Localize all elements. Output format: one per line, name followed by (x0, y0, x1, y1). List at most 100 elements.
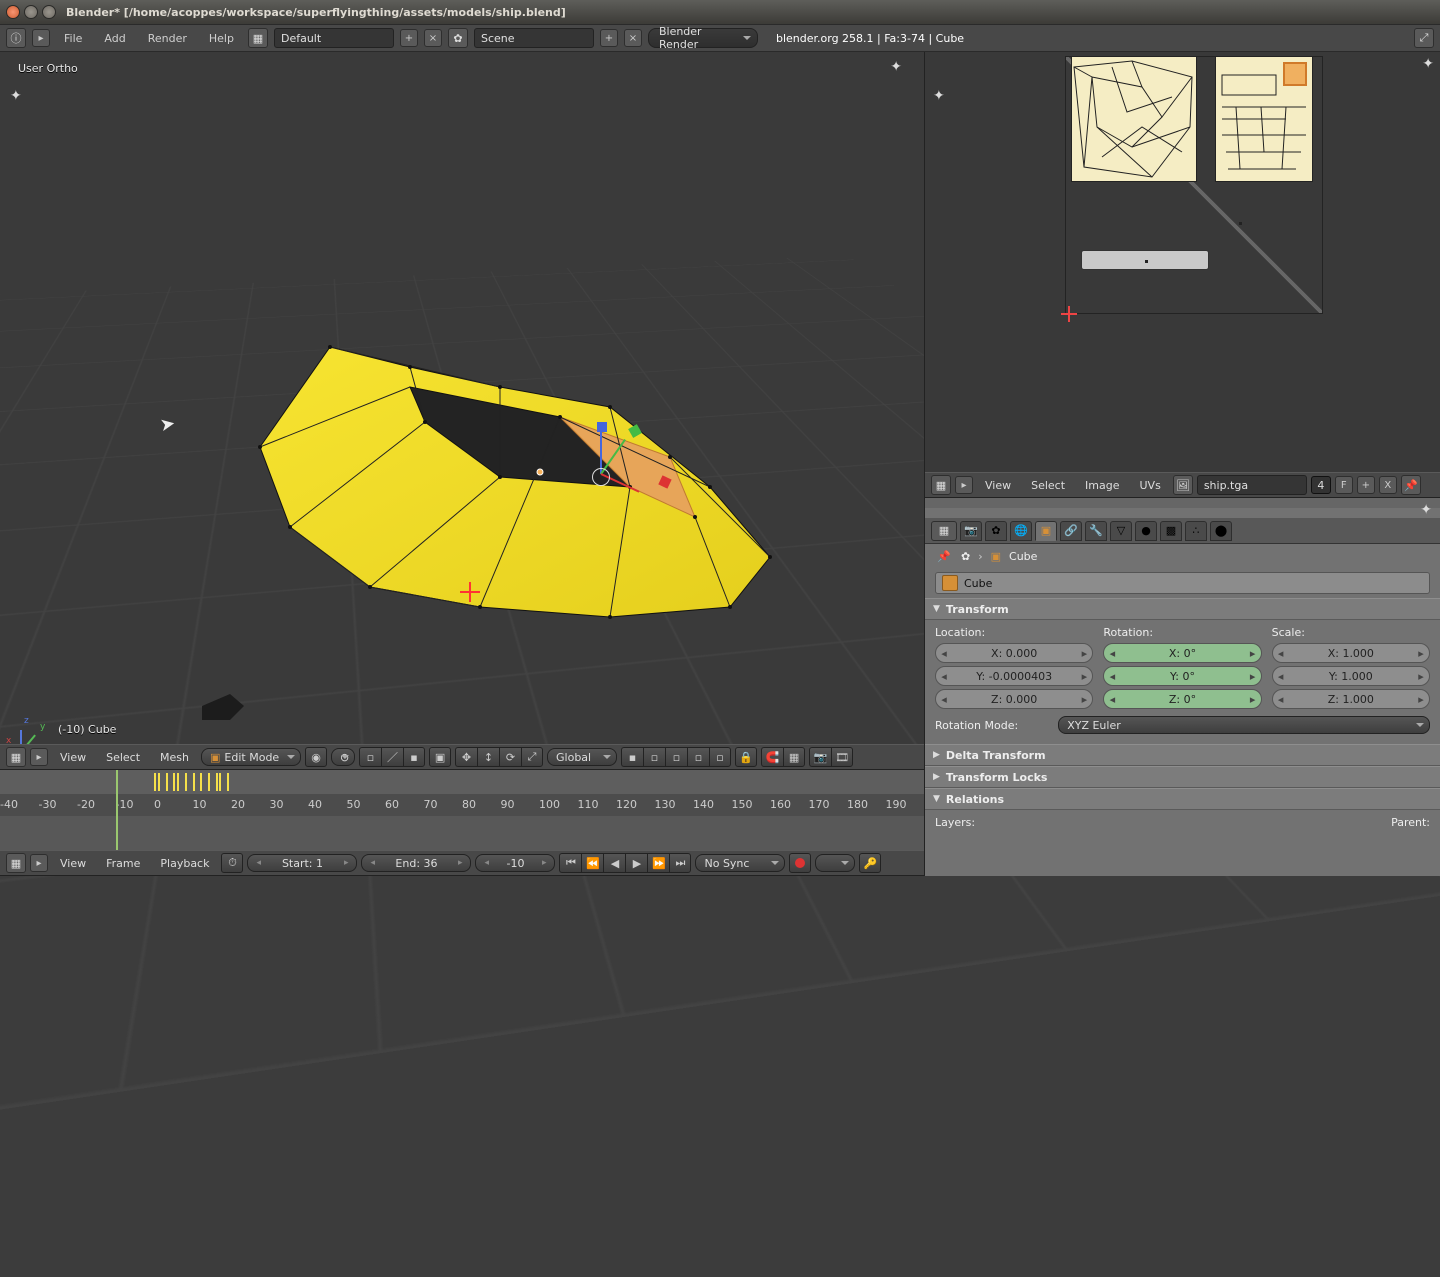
opengl-render-icon[interactable]: 📷 (809, 747, 831, 767)
uv-canvas[interactable]: ✦ ✦ (925, 52, 1440, 472)
timeline-playhead[interactable] (116, 770, 118, 850)
render-engine-select[interactable]: Blender Render (648, 28, 758, 48)
panel-relations-header[interactable]: ▼Relations (925, 788, 1440, 810)
screen-layout-field[interactable]: Default (274, 28, 394, 48)
tab-texture-icon[interactable]: ▩ (1160, 521, 1182, 541)
start-frame-field[interactable]: ◂Start: 1▸ (247, 854, 357, 872)
timeline-collapse-icon[interactable]: ▸ (30, 854, 48, 872)
uv-editor-type-icon[interactable]: ▦ (931, 475, 951, 495)
timeline-canvas[interactable]: -40-30-20-100102030405060708090100110120… (0, 770, 924, 850)
tab-material-icon[interactable]: ● (1135, 521, 1157, 541)
keying-set-select[interactable] (815, 854, 855, 872)
jump-start-icon[interactable]: ⏮ (559, 853, 581, 873)
manipulator-scale-icon[interactable]: ⤢ (521, 747, 543, 767)
uv-menu-image[interactable]: Image (1077, 477, 1127, 494)
rotation-y-field[interactable]: ◂Y: 0°▸ (1103, 666, 1261, 686)
back-to-previous-icon[interactable]: ⤢ (1414, 28, 1434, 48)
location-z-field[interactable]: ◂Z: 0.000▸ (935, 689, 1093, 709)
tab-world-icon[interactable]: 🌐 (1010, 521, 1032, 541)
uv-image-field[interactable]: ship.tga (1197, 475, 1307, 495)
menu-file[interactable]: File (56, 30, 90, 47)
collapse-menus-icon[interactable]: ▸ (32, 29, 50, 47)
screen-layout-delete-button[interactable]: × (424, 29, 442, 47)
limit-selection-icon[interactable]: ▣ (429, 747, 451, 767)
lock-camera-icon[interactable]: 🔒 (735, 747, 757, 767)
panel-locks-header[interactable]: ▶Transform Locks (925, 766, 1440, 788)
properties-editor-type-icon[interactable]: ▦ (931, 521, 957, 541)
manipulator-rotate-icon[interactable]: ⟳ (499, 747, 521, 767)
uv-image-unlink-button[interactable]: X (1379, 476, 1397, 494)
layers-group[interactable]: ▪▫▫▫▫ (621, 747, 731, 767)
scene-add-button[interactable]: + (600, 29, 618, 47)
editor-type-icon[interactable]: ⓘ (6, 28, 26, 48)
properties-expand-icon[interactable]: ✦ (1420, 502, 1432, 518)
orientation-select[interactable]: Global (547, 748, 617, 766)
uv-collapse-icon[interactable]: ▸ (955, 476, 973, 494)
manipulator-translate-icon[interactable]: ↕ (477, 747, 499, 767)
tab-particles-icon[interactable]: ∴ (1185, 521, 1207, 541)
manipulator-toggle-icon[interactable]: ✥ (455, 747, 477, 767)
snap-element-icon[interactable]: ▦ (783, 747, 805, 767)
uv-menu-select[interactable]: Select (1023, 477, 1073, 494)
uv-fake-user-button[interactable]: F (1335, 476, 1353, 494)
window-close-icon[interactable] (6, 5, 20, 19)
menu-help[interactable]: Help (201, 30, 242, 47)
view3d-collapse-icon[interactable]: ▸ (30, 748, 48, 766)
uv-image-new-button[interactable]: + (1357, 476, 1375, 494)
uv-expand-icon[interactable]: ✦ (1422, 56, 1434, 72)
scene-field[interactable]: Scene (474, 28, 594, 48)
uv-pin-icon[interactable]: 📌 (1401, 475, 1421, 495)
panel-transform-header[interactable]: ▼Transform (925, 598, 1440, 620)
keyframe-next-icon[interactable]: ⏩ (647, 853, 669, 873)
uv-image-editor[interactable]: ✦ ✦ (924, 52, 1440, 498)
edge-select-icon[interactable]: ／ (381, 747, 403, 767)
timeline-menu-frame[interactable]: Frame (98, 855, 148, 872)
window-minimize-icon[interactable] (24, 5, 38, 19)
keyframe-prev-icon[interactable]: ⏪ (581, 853, 603, 873)
view3d-menu-view[interactable]: View (52, 749, 94, 766)
screen-layout-browse-icon[interactable]: ▦ (248, 28, 268, 48)
location-y-field[interactable]: ◂Y: -0.0000403▸ (935, 666, 1093, 686)
uv-toolshelf-icon[interactable]: ✦ (933, 88, 945, 104)
panel-delta-header[interactable]: ▶Delta Transform (925, 744, 1440, 766)
vertex-select-icon[interactable]: ▫ (359, 747, 381, 767)
scale-y-field[interactable]: ◂Y: 1.000▸ (1272, 666, 1430, 686)
tab-render-icon[interactable]: 📷 (960, 521, 982, 541)
tab-object-icon[interactable]: ▣ (1035, 521, 1057, 541)
menu-add[interactable]: Add (96, 30, 133, 47)
sync-mode-select[interactable]: No Sync (695, 854, 785, 872)
uv-menu-uvs[interactable]: UVs (1132, 477, 1169, 494)
face-select-icon[interactable]: ▪ (403, 747, 425, 767)
play-icon[interactable]: ▶ (625, 853, 647, 873)
viewport-expand-icon[interactable]: ✦ (890, 59, 902, 75)
jump-end-icon[interactable]: ⏭ (669, 853, 691, 873)
auto-keyframe-icon[interactable] (789, 853, 811, 873)
object-name-field[interactable]: Cube (935, 572, 1430, 594)
snap-toggle-icon[interactable]: 🧲 (761, 747, 783, 767)
timeline-editor-type-icon[interactable]: ▦ (6, 853, 26, 873)
rotation-z-field[interactable]: ◂Z: 0°▸ (1103, 689, 1261, 709)
viewport-toolshelf-icon[interactable]: ✦ (10, 88, 22, 104)
tab-data-icon[interactable]: ▽ (1110, 521, 1132, 541)
pin-icon[interactable]: 📌 (935, 547, 953, 565)
current-frame-field[interactable]: ◂-10▸ (475, 854, 555, 872)
scale-x-field[interactable]: ◂X: 1.000▸ (1272, 643, 1430, 663)
screen-layout-add-button[interactable]: + (400, 29, 418, 47)
menu-render[interactable]: Render (140, 30, 195, 47)
uv-menu-view[interactable]: View (977, 477, 1019, 494)
location-x-field[interactable]: ◂X: 0.000▸ (935, 643, 1093, 663)
rotation-x-field[interactable]: ◂X: 0°▸ (1103, 643, 1261, 663)
uv-image-browse-icon[interactable]: 🖼 (1173, 475, 1193, 495)
opengl-anim-icon[interactable]: 🎞 (831, 747, 853, 767)
window-maximize-icon[interactable] (42, 5, 56, 19)
scene-browse-icon[interactable]: ✿ (448, 28, 468, 48)
use-preview-range-icon[interactable]: ⏱ (221, 853, 243, 873)
end-frame-field[interactable]: ◂End: 36▸ (361, 854, 471, 872)
3d-viewport[interactable]: User Ortho ✦ ✦ (0, 52, 924, 770)
tab-scene-icon[interactable]: ✿ (985, 521, 1007, 541)
play-reverse-icon[interactable]: ◀ (603, 853, 625, 873)
mode-select[interactable]: ▣ Edit Mode (201, 748, 301, 766)
view3d-editor-type-icon[interactable]: ▦ (6, 747, 26, 767)
tab-physics-icon[interactable]: ⬤ (1210, 521, 1232, 541)
viewport-shading-icon[interactable]: ◉ (305, 747, 327, 767)
